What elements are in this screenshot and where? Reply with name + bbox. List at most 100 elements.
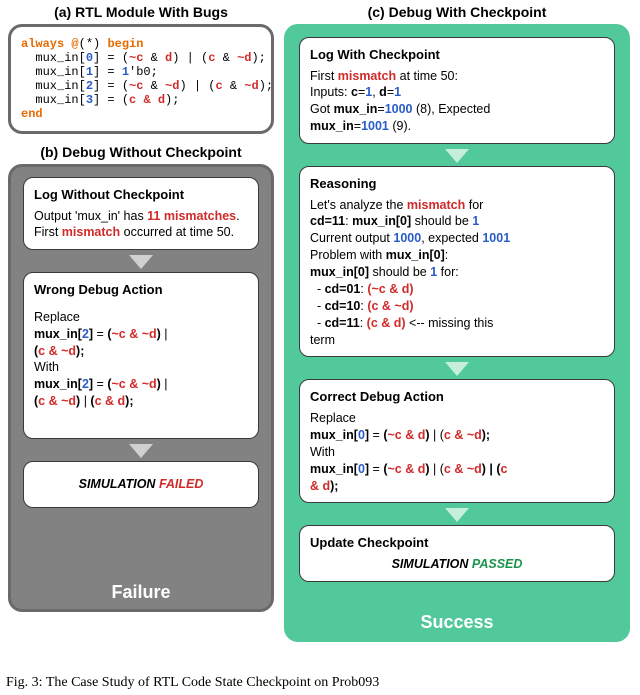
t: 2 [82,377,89,391]
t: Problem with [310,248,386,262]
t: mux_in[0] [310,265,369,279]
text: Output 'mux_in' has [34,209,147,223]
t: mismatch [338,69,396,83]
t: (9). [389,119,411,133]
t: should be [411,214,472,228]
footer-failure: Failure [11,582,271,603]
t: = [377,102,384,116]
t: cd=11 [325,316,360,330]
card-title: Log With Checkpoint [310,46,604,64]
t: = [93,327,107,341]
label-a: (a) RTL Module With Bugs [8,4,274,20]
t: | ( [430,428,444,442]
panel-rtl-bugs: always @(*) begin mux_in[0] = (~c & d) |… [8,24,274,134]
t: for: [437,265,459,279]
t: = [93,377,107,391]
t: 1001 [361,119,389,133]
t: mismatch [407,198,465,212]
t: c [351,85,358,99]
t: c & d [95,394,126,408]
t: mux_in[ [34,327,82,341]
t: ) | ( [482,462,501,476]
t: 1000 [393,231,421,245]
t: mux_in[ [34,377,82,391]
t: (8), Expected [413,102,491,116]
t: Current output [310,231,393,245]
figure-caption: Fig. 3: The Case Study of RTL Code State… [0,675,640,691]
card-wrong-action: Wrong Debug Action Replace mux_in[2] = (… [23,272,259,439]
t: | [161,327,168,341]
t: 1 [472,214,479,228]
card-sim-failed: SIMULATION FAILED [23,461,259,508]
t: With [310,444,604,461]
t: ); [76,344,84,358]
t: should be [369,265,430,279]
t: cd=11 [310,214,345,228]
arrow-down-icon [295,359,619,377]
t: mux_in[0] [352,214,411,228]
t: <-- missing this [406,316,494,330]
panel-with-checkpoint: Log With Checkpoint First mismatch at ti… [284,24,630,642]
card-title: Wrong Debug Action [34,281,248,299]
t: (c & ~d) [367,299,413,313]
t: = [369,428,383,442]
t: c & ~d [444,462,482,476]
t: , expected [421,231,482,245]
t: (c & d) [367,316,406,330]
t: ~c & d [387,462,425,476]
arrow-down-icon [19,252,263,270]
t: 2 [82,327,89,341]
panel-without-checkpoint: Log Without Checkpoint Output 'mux_in' h… [8,164,274,612]
arrow-down-icon [295,505,619,523]
card-reasoning: Reasoning Let's analyze the mismatch for… [299,166,615,357]
t: 1000 [385,102,413,116]
label-b: (b) Debug Without Checkpoint [8,144,274,160]
t: Replace [310,410,604,427]
arrow-down-icon [19,441,263,459]
t: Inputs: [310,85,351,99]
t: c [501,462,508,476]
text: With [34,359,248,376]
t: - [310,299,325,313]
t: = [369,462,383,476]
card-update-checkpoint: Update Checkpoint SIMULATION PASSED [299,525,615,581]
t: ); [125,394,133,408]
t: 1001 [482,231,510,245]
t: First [310,69,338,83]
t: mux_in[0] [386,248,445,262]
arrow-down-icon [295,146,619,164]
t: for [465,198,483,212]
text: Replace [34,309,248,326]
text: occurred at time 50. [120,225,234,239]
text: SIMULATION [79,477,159,491]
t: Let's analyze the [310,198,407,212]
footer-success: Success [287,612,627,633]
t: - [310,316,325,330]
t: cd=01 [325,282,361,296]
code-block: always @(*) begin mux_in[0] = (~c & d) |… [21,37,261,121]
t: & d [310,479,330,493]
card-title: Log Without Checkpoint [34,186,248,204]
card-log-without: Log Without Checkpoint Output 'mux_in' h… [23,177,259,250]
t: c & ~d [38,394,76,408]
t: SIMULATION [392,557,472,571]
t: d [379,85,387,99]
t: ~c & d [387,428,425,442]
t: mux_in[ [310,462,358,476]
t: | [80,394,90,408]
t: 0 [358,428,365,442]
t: ); [330,479,338,493]
t: (~c & d) [367,282,413,296]
t: mux_in[ [310,428,358,442]
card-correct-action: Correct Debug Action Replace mux_in[0] =… [299,379,615,503]
t: | [161,377,168,391]
t: ~c & ~d [111,377,156,391]
card-title: Update Checkpoint [310,534,604,552]
t: Got [310,102,334,116]
t: ); [482,428,490,442]
t: ~c & ~d [111,327,156,341]
t: | ( [430,462,444,476]
card-title: Reasoning [310,175,604,193]
t: cd=10 [325,299,361,313]
text: mismatch [62,225,120,239]
